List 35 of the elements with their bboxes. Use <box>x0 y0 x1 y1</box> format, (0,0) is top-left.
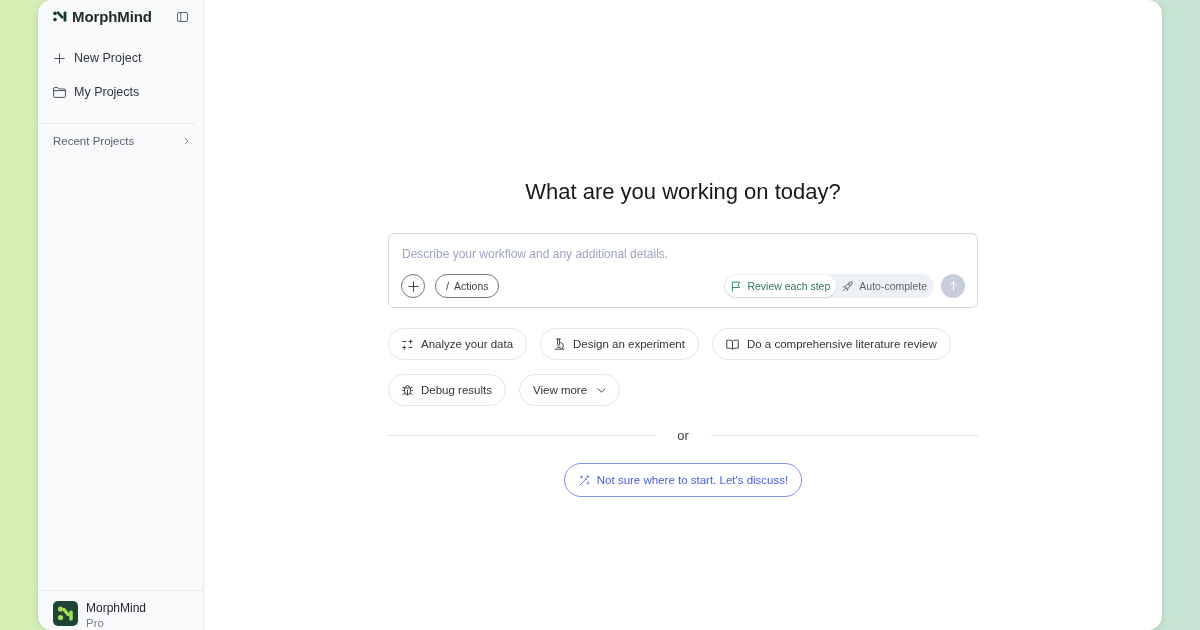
bug-icon <box>402 384 413 396</box>
recent-projects-toggle[interactable]: Recent Projects <box>38 124 203 158</box>
brand-name: MorphMind <box>72 8 152 25</box>
sidebar-item[interactable]: New Project <box>47 41 194 75</box>
account-name: MorphMind <box>86 601 147 616</box>
arrow-up-icon <box>948 281 958 291</box>
chevron-down-icon <box>597 387 607 393</box>
suggestion-chip[interactable]: Analyze your data <box>388 328 528 360</box>
page-heading: What are you working on today? <box>525 178 841 206</box>
actions-button[interactable]: / Actions <box>435 274 499 298</box>
prompt-input[interactable]: Describe your workflow and any additional details. <box>401 246 966 262</box>
plus-icon <box>407 280 419 292</box>
mode-option[interactable]: Auto-complete <box>836 275 933 297</box>
discuss-button[interactable]: Not sure where to start. Let's discuss! <box>563 463 803 497</box>
sidebar-toggle-icon <box>177 11 188 22</box>
add-button[interactable] <box>401 274 425 298</box>
app-logo-icon <box>53 601 78 626</box>
collapse-sidebar-button[interactable] <box>175 9 190 24</box>
folder-icon <box>53 86 66 98</box>
suggestion-chip[interactable]: Design an experiment <box>540 328 699 360</box>
suggestion-chip[interactable]: Do a comprehensive literature review <box>711 328 951 360</box>
sidebar-item[interactable]: My Projects <box>47 75 194 109</box>
view-more-button[interactable]: View more <box>518 374 621 406</box>
divider-label: or <box>677 427 689 443</box>
flag-icon <box>731 280 742 292</box>
plus-minus-marks-icon <box>402 338 413 350</box>
logo-mark-icon <box>53 11 68 22</box>
magic-wand-icon <box>578 474 590 486</box>
account-plan: Pro <box>86 616 105 630</box>
mode-option[interactable]: Review each step <box>725 275 837 297</box>
plus-icon <box>54 52 65 64</box>
microscope-icon <box>554 338 566 350</box>
book-icon <box>725 338 739 350</box>
rocket-icon <box>842 280 854 292</box>
suggestion-chip[interactable]: Debug results <box>388 374 506 406</box>
